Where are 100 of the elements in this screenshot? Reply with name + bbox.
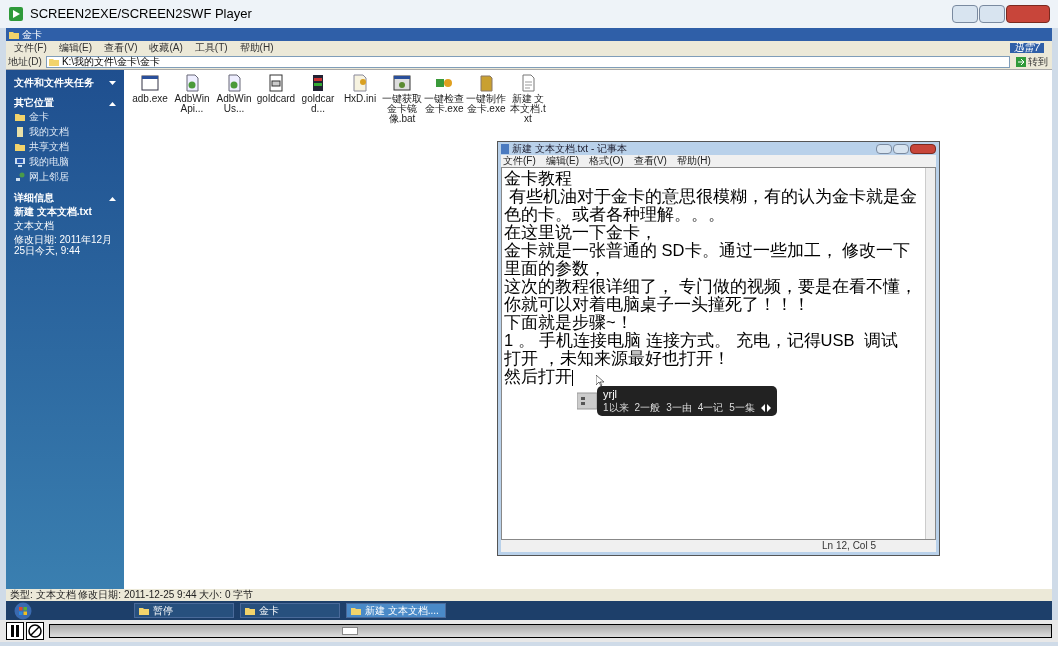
start-orb-icon[interactable]: [14, 601, 32, 620]
pane-heading[interactable]: 文件和文件夹任务: [14, 78, 94, 88]
collapse-icon[interactable]: [109, 195, 116, 201]
detail-text: 修改日期: 2011年12月25日今天, 9:44: [14, 234, 114, 256]
notepad-icon: [501, 143, 509, 154]
window-title: SCREEN2EXE/SCREEN2SWF Player: [30, 5, 253, 24]
menu-item[interactable]: 查看(V): [633, 156, 667, 166]
text-line: 有些机油对于金卡的意思很模糊，有的认为金卡就是金: [507, 187, 917, 205]
go-button[interactable]: 转到: [1014, 57, 1050, 67]
ime-candidate[interactable]: 1以来: [603, 401, 629, 414]
text-line: 这次的教程很详细了， 专门做的视频，要是在看不懂，: [504, 277, 917, 295]
text-line: 色的卡。或者各种理解。。。: [504, 205, 725, 223]
maximize-button[interactable]: [979, 5, 1005, 23]
text-line: 然后打开: [504, 367, 573, 386]
explorer-title: 金卡: [22, 29, 43, 40]
place-link[interactable]: 金卡: [29, 111, 49, 123]
menu-item[interactable]: 帮助(H): [239, 43, 274, 53]
page-arrows-icon[interactable]: [760, 403, 771, 412]
cursor-position: Ln 12, Col 5: [822, 541, 876, 551]
pane-heading[interactable]: 其它位置: [14, 98, 54, 108]
gear-file-icon: [183, 74, 201, 92]
ime-candidate[interactable]: 3一由: [666, 401, 692, 414]
minimize-button[interactable]: [952, 5, 978, 23]
text-file-icon: [519, 74, 537, 92]
ime-candidate[interactable]: 4一记: [697, 401, 724, 414]
place-link[interactable]: 我的文档: [29, 126, 69, 138]
pause-icon: [10, 625, 20, 637]
brand-label: 迅雷7: [1010, 43, 1044, 53]
collapse-icon[interactable]: [109, 100, 116, 106]
file-name[interactable]: AdbWinUs...: [214, 94, 254, 114]
scroll-bar[interactable]: [925, 168, 935, 539]
file-name[interactable]: 一键制作金卡.exe: [466, 94, 506, 114]
memory-card-icon: [477, 74, 495, 92]
ime-candidate[interactable]: 5一集: [729, 401, 755, 414]
folder-icon: [48, 57, 59, 67]
text-line: 金卡就是一张普通的 SD卡。通过一些加工， 修改一下: [504, 241, 911, 259]
folder-icon: [15, 142, 25, 152]
menu-item[interactable]: 文件(F): [14, 43, 47, 53]
folder-icon: [245, 605, 255, 616]
ime-typed-text: yrjl: [603, 388, 619, 401]
menu-item[interactable]: 查看(V): [104, 43, 138, 53]
menu-item[interactable]: 格式(O): [589, 156, 624, 166]
menu-item[interactable]: 工具(T): [194, 43, 228, 53]
close-button[interactable]: [1006, 5, 1050, 23]
seek-thumb[interactable]: [342, 627, 359, 635]
folder-icon: [139, 605, 149, 616]
script-window-icon: [393, 74, 411, 92]
menu-item[interactable]: 帮助(H): [676, 156, 711, 166]
file-name[interactable]: 一键获取金卡镜像.bat: [382, 94, 422, 124]
notepad-title: 新建 文本文档.txt - 记事本: [512, 143, 628, 154]
gear-file-icon: [225, 74, 243, 92]
detail-text: 新建 文本文档.txt: [14, 206, 93, 217]
close-button[interactable]: [910, 143, 936, 154]
text-line: 下面就是步骤~！: [504, 313, 633, 331]
text-line: 打开 ，未知来源最好也打开！: [504, 349, 730, 367]
taskbar-button[interactable]: 暂停: [134, 603, 234, 618]
file-name[interactable]: AdbWinApi...: [172, 94, 212, 114]
expand-icon[interactable]: [109, 80, 116, 86]
address-label: 地址(D): [8, 57, 42, 67]
menu-item[interactable]: 编辑(E): [545, 156, 580, 166]
mouse-pointer-icon: [596, 375, 604, 386]
file-name[interactable]: goldcard: [256, 94, 296, 104]
folder-icon: [9, 29, 19, 40]
place-link[interactable]: 我的电脑: [29, 156, 69, 168]
file-name[interactable]: HxD.ini: [343, 94, 377, 104]
maximize-button[interactable]: [893, 143, 909, 154]
ime-usb-icon: [577, 391, 597, 411]
place-link[interactable]: 网上邻居: [29, 171, 69, 183]
address-field[interactable]: K:\我的文件\金卡\金卡: [45, 56, 1010, 68]
minimize-button[interactable]: [876, 143, 892, 154]
menu-item[interactable]: 编辑(E): [58, 43, 93, 53]
arrow-icon: [1016, 57, 1026, 67]
file-name[interactable]: 一键检查金卡.exe: [424, 94, 464, 114]
detail-text: 文本文档: [14, 220, 55, 231]
file-name[interactable]: adb.exe: [132, 94, 168, 104]
file-name[interactable]: 新建 文本文档.txt: [508, 94, 548, 124]
text-line: 金卡教程: [504, 169, 572, 187]
program-file-icon: [267, 74, 285, 92]
explorer-status-text: 类型: 文本文档 修改日期: 2011-12-25 9:44 大小: 0 字节: [10, 590, 254, 600]
no-sound-icon: [28, 624, 42, 638]
taskbar-button[interactable]: 金卡: [240, 603, 340, 618]
text-caret: [572, 369, 573, 386]
text-line: 1 。 手机连接电脑 连接方式。 充电，记得USB 调试: [504, 331, 898, 349]
pause-button[interactable]: [6, 622, 24, 640]
settings-file-icon: [351, 74, 369, 92]
ime-candidate[interactable]: 2一般: [634, 401, 661, 414]
menu-item[interactable]: 收藏(A): [149, 43, 183, 53]
text-line: 里面的参数，: [504, 259, 606, 277]
computer-icon: [15, 157, 25, 167]
network-icon: [15, 172, 25, 182]
taskbar-button[interactable]: 新建 文本文档....: [346, 603, 446, 618]
mute-button[interactable]: [26, 622, 44, 640]
pane-heading[interactable]: 详细信息: [14, 193, 54, 203]
seek-track[interactable]: [49, 624, 1052, 638]
folder-icon: [15, 112, 25, 122]
place-link[interactable]: 共享文档: [29, 141, 69, 153]
file-name[interactable]: goldcard...: [298, 94, 338, 114]
text-line: 你就可以对着电脑桌子一头撞死了！！！: [504, 295, 810, 313]
folder-icon: [351, 605, 361, 616]
menu-item[interactable]: 文件(F): [503, 156, 536, 166]
